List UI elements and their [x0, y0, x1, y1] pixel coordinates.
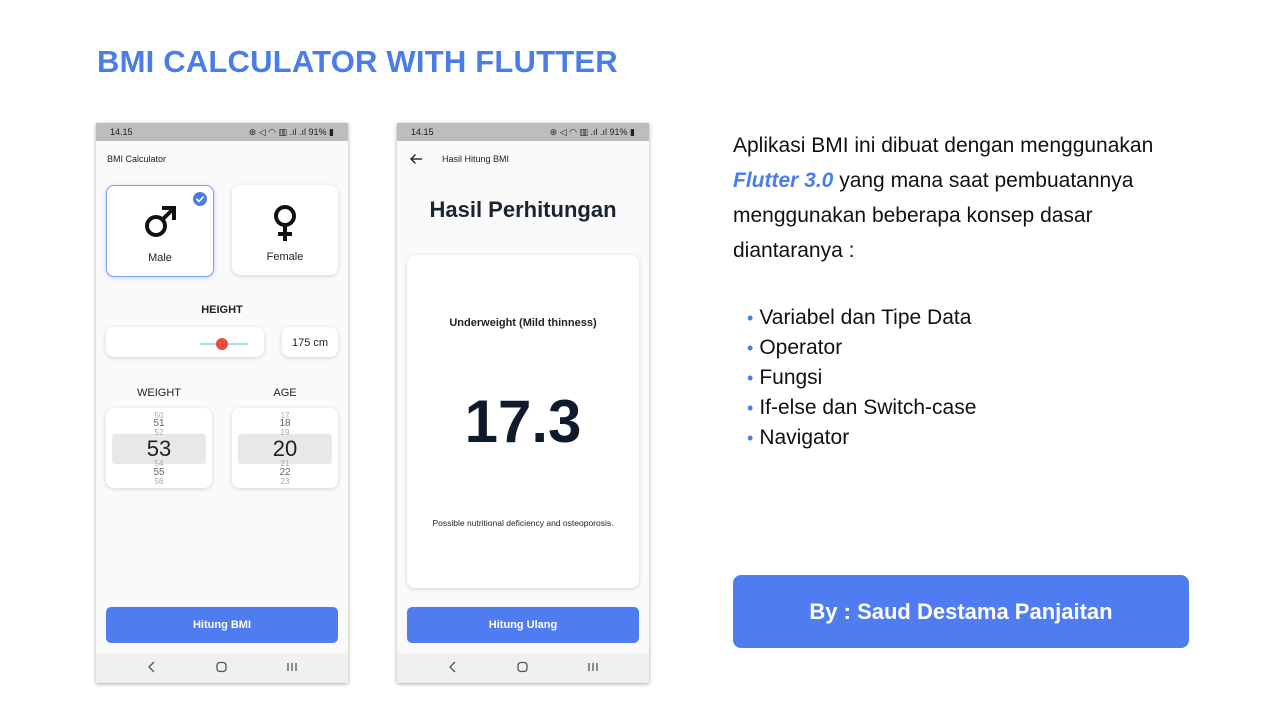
- check-icon: [193, 192, 207, 206]
- gender-label-female: Female: [266, 251, 304, 263]
- nav-recents-icon[interactable]: [587, 661, 599, 673]
- hitung-ulang-button[interactable]: Hitung Ulang: [407, 607, 639, 643]
- height-label: HEIGHT: [201, 304, 243, 316]
- list-item: Fungsi: [747, 363, 976, 393]
- description-paragraph: Aplikasi BMI ini dibuat dengan menggunak…: [733, 128, 1203, 268]
- gender-card-female[interactable]: Female: [232, 185, 338, 275]
- male-icon: [145, 206, 176, 237]
- nav-home-icon[interactable]: [517, 661, 529, 673]
- weight-label: WEIGHT: [137, 387, 181, 399]
- description-text: Aplikasi BMI ini dibuat dengan menggunak…: [733, 134, 1154, 157]
- nav-home-icon[interactable]: [216, 661, 228, 673]
- appbar-title: Hasil Hitung BMI: [442, 154, 510, 164]
- result-card: Underweight (Mild thinness) 17.3 Possibl…: [407, 255, 639, 588]
- concept-list: Variabel dan Tipe Data Operator Fungsi I…: [747, 303, 976, 453]
- status-bar: 14.15 ⊛ ◁ ◠ ▥ .ıl .ıl 91% ▮: [96, 123, 348, 141]
- appbar-title: BMI Calculator: [107, 154, 167, 164]
- height-value: 175 cm: [291, 337, 329, 349]
- nav-back-icon[interactable]: [448, 661, 458, 673]
- nav-recents-icon[interactable]: [286, 661, 298, 673]
- age-label: AGE: [273, 387, 297, 399]
- gender-card-male[interactable]: Male: [106, 185, 214, 277]
- female-icon: [274, 205, 296, 241]
- list-item: If-else dan Switch-case: [747, 393, 976, 423]
- flutter-version-highlight: Flutter 3.0: [733, 169, 834, 192]
- picker-item[interactable]: 23: [232, 477, 338, 487]
- nav-back-icon[interactable]: [147, 661, 157, 673]
- hitung-bmi-button[interactable]: Hitung BMI: [106, 607, 338, 643]
- status-icons: ⊛ ◁ ◠ ▥ .ıl .ıl 91% ▮: [549, 127, 635, 137]
- android-nav-bar: [96, 653, 348, 683]
- author-banner: By : Saud Destama Panjaitan: [733, 575, 1189, 648]
- list-item: Operator: [747, 333, 976, 363]
- gender-label-male: Male: [148, 252, 172, 264]
- result-heading: Hasil Perhitungan: [429, 197, 617, 222]
- weight-picker[interactable]: 50 51 52 53 54 55 56: [106, 408, 212, 488]
- bmi-category: Underweight (Mild thinness): [449, 317, 597, 329]
- height-slider-thumb[interactable]: [216, 338, 228, 350]
- bmi-value: 17.3: [464, 388, 582, 455]
- list-item: Navigator: [747, 423, 976, 453]
- phone-screen-calculator: 14.15 ⊛ ◁ ◠ ▥ .ıl .ıl 91% ▮ BMI Calculat…: [96, 123, 348, 683]
- list-item: Variabel dan Tipe Data: [747, 303, 976, 333]
- age-picker[interactable]: 17 18 19 20 21 22 23: [232, 408, 338, 488]
- bmi-description: Possible nutritional deficiency and oste…: [432, 518, 614, 528]
- status-time: 14.15: [411, 127, 434, 137]
- status-time: 14.15: [110, 127, 133, 137]
- back-arrow-icon[interactable]: [409, 153, 423, 165]
- status-bar: 14.15 ⊛ ◁ ◠ ▥ .ıl .ıl 91% ▮: [397, 123, 649, 141]
- phone-screen-result: 14.15 ⊛ ◁ ◠ ▥ .ıl .ıl 91% ▮ Hasil Hitung…: [397, 123, 649, 683]
- android-nav-bar: [397, 653, 649, 683]
- picker-item[interactable]: 56: [106, 477, 212, 487]
- height-value-box: 175 cm: [282, 327, 338, 357]
- status-icons: ⊛ ◁ ◠ ▥ .ıl .ıl 91% ▮: [248, 127, 334, 137]
- slide-title: BMI CALCULATOR WITH FLUTTER: [97, 44, 618, 79]
- height-slider-card[interactable]: [106, 327, 264, 357]
